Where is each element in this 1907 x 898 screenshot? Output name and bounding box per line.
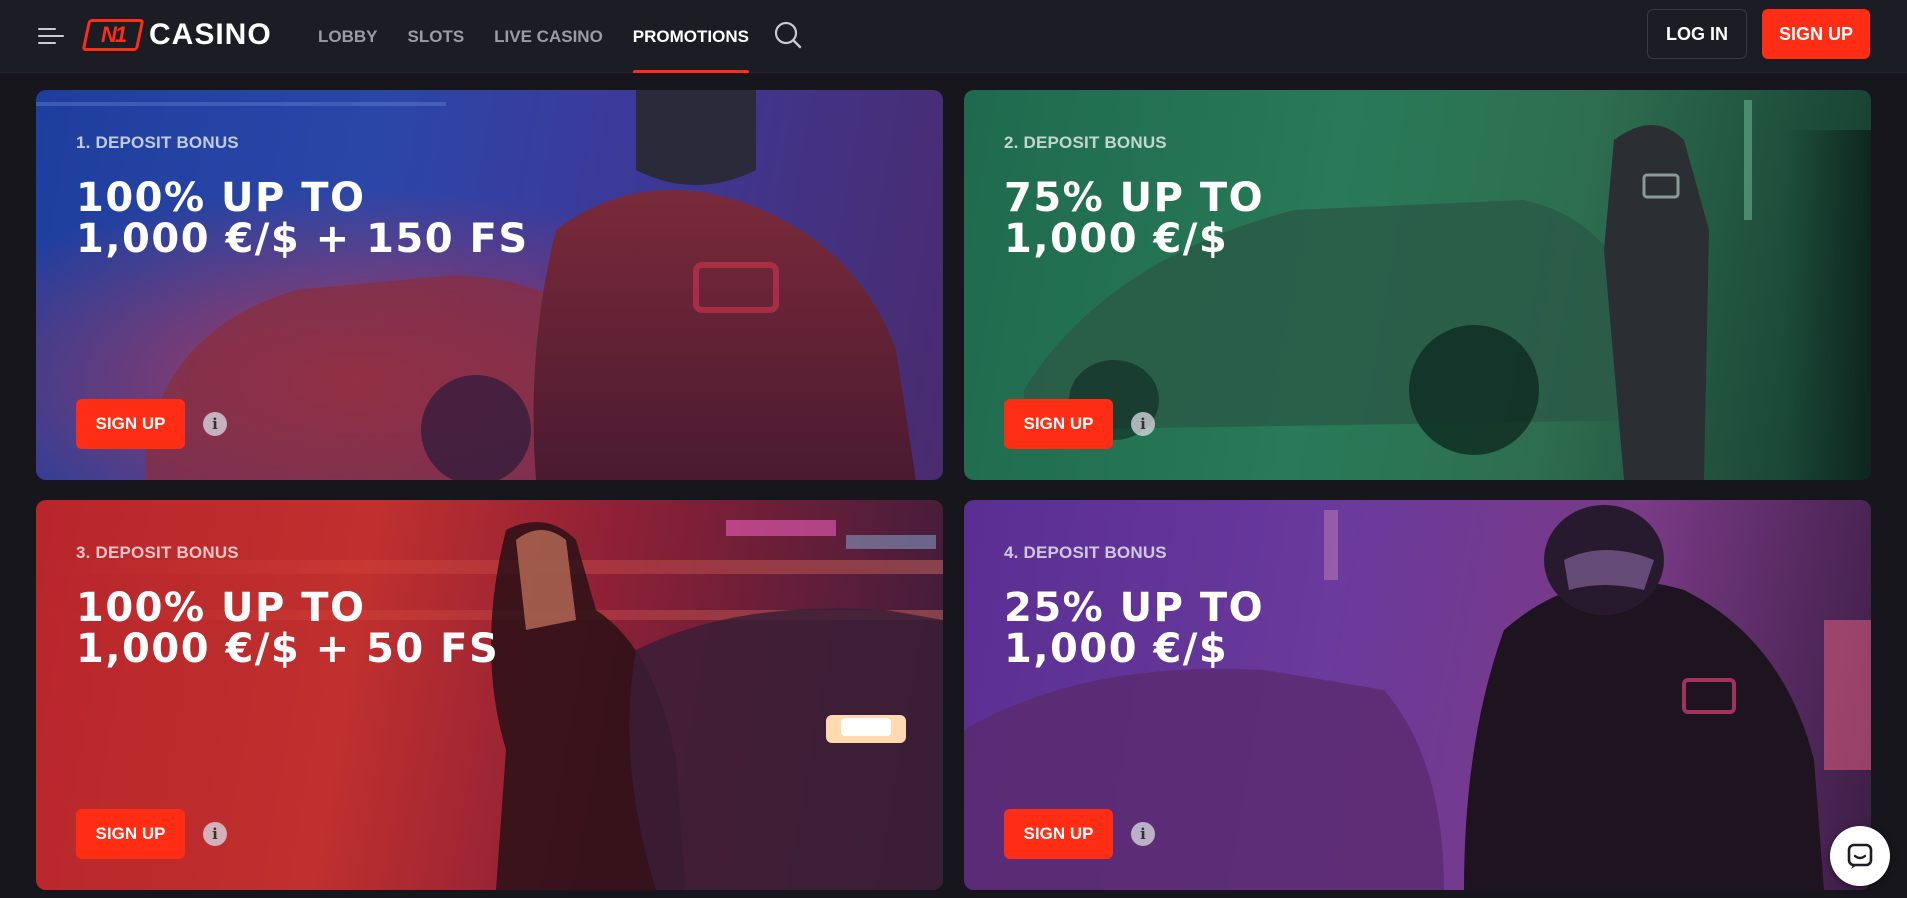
- info-icon[interactable]: i: [1131, 822, 1155, 846]
- promo-signup-button[interactable]: SIGN UP: [1004, 809, 1113, 859]
- promo-label: 1. DEPOSIT BONUS: [76, 133, 239, 152]
- logo-mark: N1: [81, 19, 145, 51]
- promo-card-3[interactable]: 3. DEPOSIT BONUS 100% UP TO 1,000 €/$ + …: [36, 500, 943, 890]
- search-icon[interactable]: [773, 20, 803, 50]
- nav-lobby[interactable]: LOBBY: [318, 0, 378, 73]
- logo[interactable]: N1 CASINO: [81, 17, 272, 53]
- promo-signup-button[interactable]: SIGN UP: [1004, 399, 1113, 449]
- promo-title: 100% UP TO 1,000 €/$ + 50 FS: [76, 585, 500, 672]
- chat-icon[interactable]: [1830, 826, 1890, 886]
- promo-label: 4. DEPOSIT BONUS: [1004, 543, 1167, 562]
- info-icon[interactable]: i: [203, 822, 227, 846]
- promo-card-4[interactable]: 4. DEPOSIT BONUS 25% UP TO 1,000 €/$ SIG…: [964, 500, 1871, 890]
- signup-button[interactable]: SIGN UP: [1762, 9, 1870, 59]
- info-icon[interactable]: i: [203, 412, 227, 436]
- promo-title: 75% UP TO 1,000 €/$: [1004, 175, 1265, 262]
- nav-live-casino[interactable]: LIVE CASINO: [494, 0, 603, 73]
- hamburger-menu-icon[interactable]: [36, 22, 66, 50]
- promo-label: 3. DEPOSIT BONUS: [76, 543, 239, 562]
- site-header: N1 CASINO LOBBY SLOTS LIVE CASINO PROMOT…: [0, 0, 1907, 73]
- promo-card-2[interactable]: 2. DEPOSIT BONUS 75% UP TO 1,000 €/$ SIG…: [964, 90, 1871, 480]
- login-button[interactable]: LOG IN: [1647, 9, 1747, 59]
- info-icon[interactable]: i: [1131, 412, 1155, 436]
- promo-signup-button[interactable]: SIGN UP: [76, 399, 185, 449]
- promo-card-1[interactable]: 1. DEPOSIT BONUS 100% UP TO 1,000 €/$ + …: [36, 90, 943, 480]
- nav-slots[interactable]: SLOTS: [408, 0, 465, 73]
- nav-promotions[interactable]: PROMOTIONS: [632, 0, 750, 73]
- promo-title: 100% UP TO 1,000 €/$ + 150 FS: [76, 175, 529, 262]
- promo-label: 2. DEPOSIT BONUS: [1004, 133, 1167, 152]
- promo-title: 25% UP TO 1,000 €/$: [1004, 585, 1265, 672]
- promo-signup-button[interactable]: SIGN UP: [76, 809, 185, 859]
- logo-text: CASINO: [149, 18, 272, 51]
- main-nav: LOBBY SLOTS LIVE CASINO PROMOTIONS: [318, 0, 779, 73]
